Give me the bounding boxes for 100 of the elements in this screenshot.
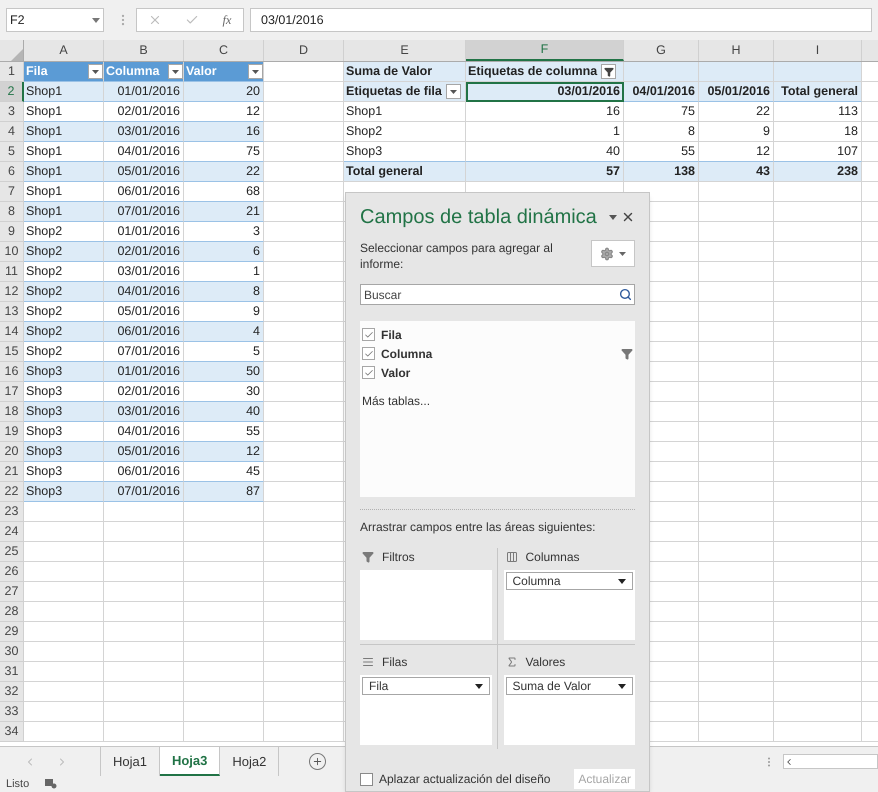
column-header[interactable]: I — [774, 40, 862, 61]
table-cell: 02/01/2016 — [104, 242, 184, 262]
row-header[interactable]: 6 — [0, 162, 24, 182]
table-cell: 02/01/2016 — [104, 382, 184, 402]
row-header[interactable]: 21 — [0, 462, 24, 482]
row-header[interactable]: 5 — [0, 142, 24, 162]
pivot-column-header: 04/01/2016 — [624, 82, 699, 102]
sigma-icon — [506, 656, 518, 668]
area-field-button[interactable]: Suma de Valor — [506, 677, 633, 695]
row-header[interactable]: 3 — [0, 102, 24, 122]
row-header[interactable]: 33 — [0, 702, 24, 722]
row-header[interactable]: 22 — [0, 482, 24, 502]
row-header[interactable]: 29 — [0, 622, 24, 642]
column-header[interactable]: A — [24, 40, 104, 61]
settings-button[interactable] — [591, 240, 635, 267]
column-header[interactable]: F — [466, 40, 624, 61]
table-cell: 5 — [184, 342, 264, 362]
row-header[interactable]: 19 — [0, 422, 24, 442]
pivot-column-header: 03/01/2016 — [466, 82, 624, 102]
area-field-button[interactable]: Fila — [362, 677, 490, 695]
drop-area[interactable]: Suma de Valor — [504, 675, 635, 745]
defer-label[interactable]: Aplazar actualización del diseño — [379, 770, 568, 788]
table-cell: Shop3 — [24, 482, 104, 502]
column-header[interactable]: D — [264, 40, 344, 61]
table-cell: 06/01/2016 — [104, 322, 184, 342]
row-header[interactable]: 28 — [0, 602, 24, 622]
pivot-cell: 55 — [624, 142, 699, 162]
table-cell: Shop2 — [24, 262, 104, 282]
filter-dropdown-button[interactable] — [248, 64, 263, 79]
row-header[interactable]: 18 — [0, 402, 24, 422]
row-header[interactable]: 23 — [0, 502, 24, 522]
field-checkbox[interactable] — [362, 347, 375, 360]
more-tables-link[interactable]: Más tablas... — [362, 392, 633, 410]
row-header[interactable]: 11 — [0, 262, 24, 282]
row-header[interactable]: 32 — [0, 682, 24, 702]
row-header[interactable]: 24 — [0, 522, 24, 542]
area-field-button[interactable]: Columna — [506, 572, 633, 590]
search-field[interactable]: Buscar — [360, 284, 635, 305]
table-cell: 30 — [184, 382, 264, 402]
close-button[interactable] — [621, 210, 635, 224]
row-header[interactable]: 15 — [0, 342, 24, 362]
close-icon — [621, 210, 635, 224]
row-header[interactable]: 30 — [0, 642, 24, 662]
drop-area[interactable]: Columna — [504, 570, 635, 640]
table-cell: 40 — [184, 402, 264, 422]
row-header[interactable]: 20 — [0, 442, 24, 462]
defer-checkbox[interactable] — [360, 772, 373, 786]
row-header[interactable]: 17 — [0, 382, 24, 402]
row-header[interactable]: 1 — [0, 62, 24, 82]
table-cell: Shop3 — [24, 402, 104, 422]
field-name[interactable]: Fila — [381, 326, 633, 344]
table-cell: 03/01/2016 — [104, 402, 184, 422]
column-header[interactable]: G — [624, 40, 699, 61]
column-header[interactable]: C — [184, 40, 264, 61]
field-name[interactable]: Columna — [381, 344, 615, 362]
pivot-cell: 75 — [624, 102, 699, 122]
table-cell: 07/01/2016 — [104, 482, 184, 502]
filter-button[interactable] — [601, 64, 616, 79]
panel-title: Campos de tabla dinámica — [360, 205, 597, 230]
field-name[interactable]: Valor — [381, 364, 633, 382]
row-header[interactable]: 2 — [0, 82, 24, 102]
area-title: Filtros — [382, 549, 415, 566]
filter-dropdown-button[interactable] — [88, 64, 103, 79]
formula-input[interactable]: 03/01/2016 — [250, 8, 872, 32]
row-header[interactable]: 16 — [0, 362, 24, 382]
filter-dropdown-button[interactable] — [168, 64, 183, 79]
field-checkbox[interactable] — [362, 328, 375, 341]
row-header[interactable]: 4 — [0, 122, 24, 142]
row-header[interactable]: 25 — [0, 542, 24, 562]
table-header: Columna — [105, 63, 160, 80]
row-header[interactable]: 8 — [0, 202, 24, 222]
row-header[interactable]: 12 — [0, 282, 24, 302]
table-cell: Shop1 — [24, 142, 104, 162]
column-header[interactable]: B — [104, 40, 184, 61]
drop-area[interactable]: Fila — [360, 675, 492, 745]
pivot-cell: 8 — [624, 122, 699, 142]
horizontal-scrollbar[interactable] — [783, 754, 878, 769]
row-header[interactable]: 14 — [0, 322, 24, 342]
table-cell: 4 — [184, 322, 264, 342]
row-labels-dropdown-button[interactable] — [446, 84, 461, 99]
table-cell: 06/01/2016 — [104, 462, 184, 482]
panel-options-button[interactable] — [609, 214, 617, 220]
add-sheet-button[interactable] — [309, 753, 326, 770]
field-checkbox[interactable] — [362, 366, 375, 379]
row-header[interactable]: 26 — [0, 562, 24, 582]
row-header[interactable]: 27 — [0, 582, 24, 602]
insert-function-button[interactable]: fx — [222, 10, 232, 30]
row-header[interactable]: 7 — [0, 182, 24, 202]
macro-record-icon[interactable] — [45, 779, 58, 789]
row-header[interactable]: 31 — [0, 662, 24, 682]
name-box[interactable]: F2 — [6, 8, 104, 32]
row-header[interactable]: 34 — [0, 722, 24, 742]
row-header[interactable]: 13 — [0, 302, 24, 322]
row-header[interactable]: 10 — [0, 242, 24, 262]
column-header[interactable]: H — [699, 40, 774, 61]
table-cell: Shop3 — [24, 462, 104, 482]
caret-icon — [618, 684, 626, 688]
caret-icon — [252, 70, 259, 74]
sheet-tab[interactable]: Hoja3 — [160, 747, 220, 776]
row-header[interactable]: 9 — [0, 222, 24, 242]
